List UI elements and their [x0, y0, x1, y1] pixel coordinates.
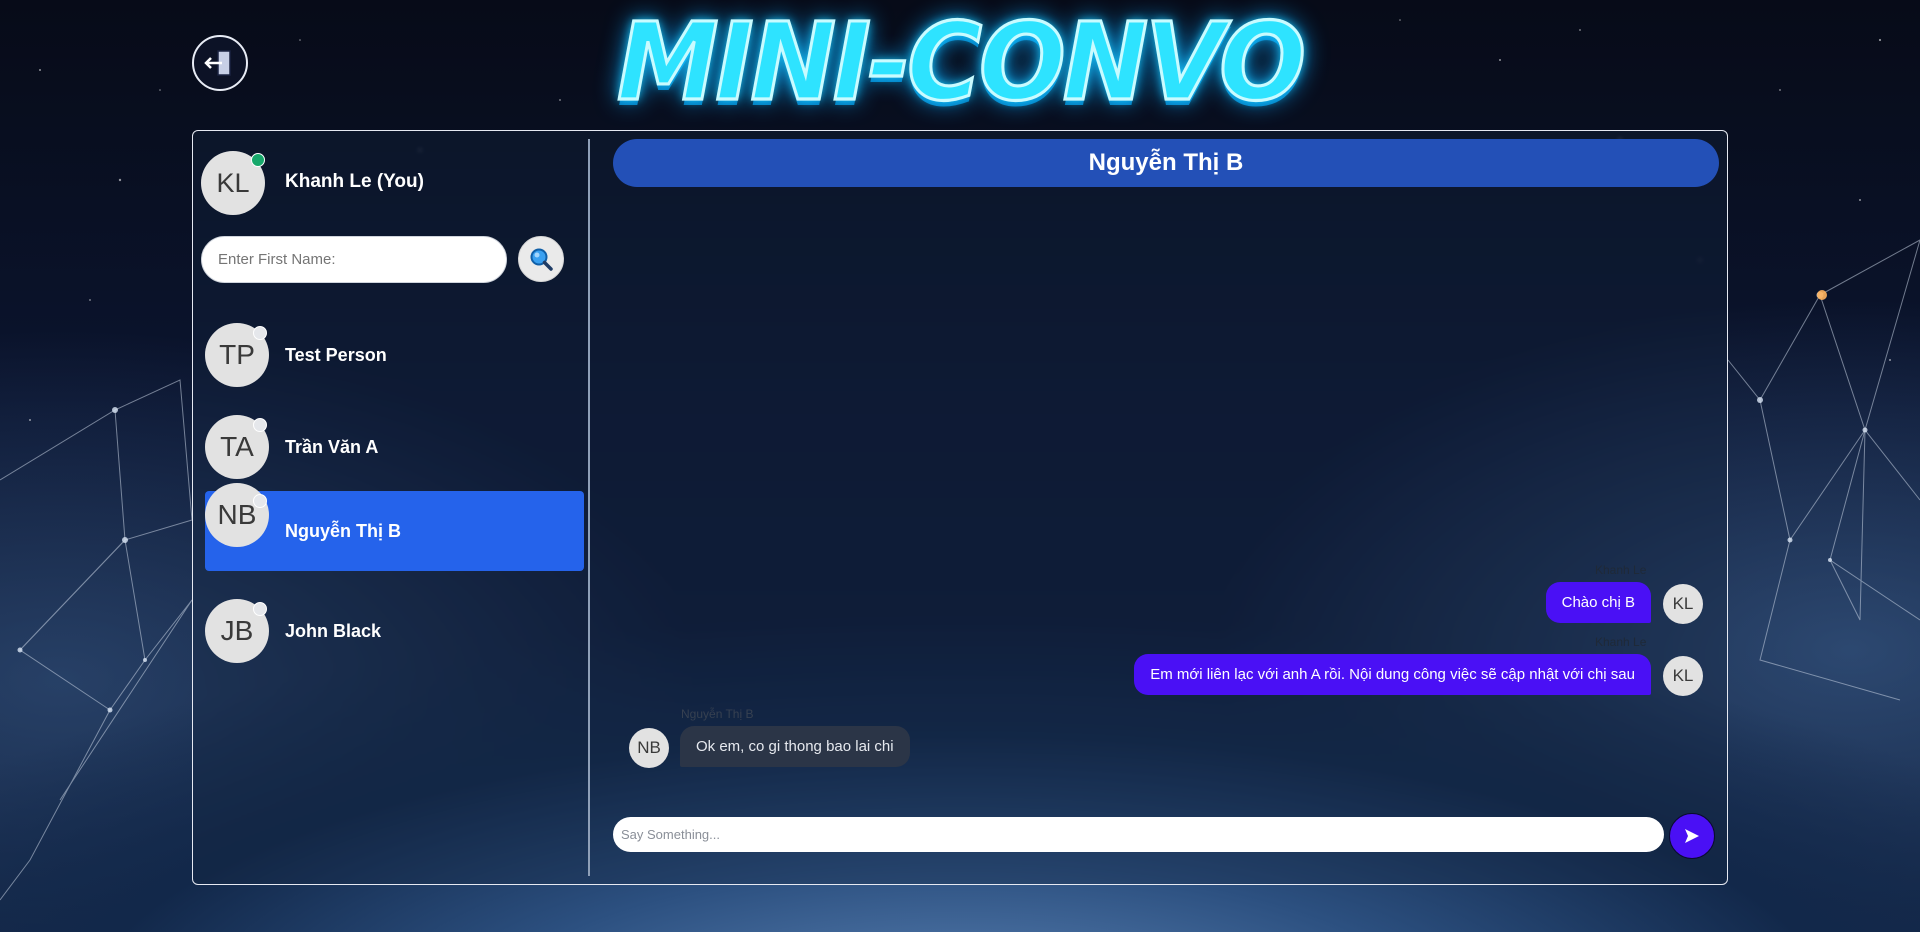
- contact-avatar: NB: [205, 483, 269, 547]
- message-avatar: KL: [1663, 656, 1703, 696]
- status-dot: [253, 326, 267, 340]
- contact-name: Nguyễn Thị B: [285, 521, 401, 541]
- message-sender: Khanh Le: [1595, 563, 1647, 577]
- logout-button[interactable]: [192, 35, 248, 91]
- contact-item-john-black[interactable]: JB John Black: [205, 591, 584, 671]
- message-sender: Khanh Le: [1595, 635, 1647, 649]
- status-dot: [253, 602, 267, 616]
- message-bubble-incoming: Ok em, co gi thong bao lai chi: [680, 726, 910, 767]
- send-arrow-icon: [1685, 829, 1699, 843]
- chat-app-panel: KL Khanh Le (You) TP Test Person TA Trần…: [192, 130, 1728, 885]
- status-dot: [253, 418, 267, 432]
- online-status-dot: [251, 153, 265, 167]
- message-bubble-outgoing: Em mới liên lạc với anh A rồi. Nội dung …: [1134, 654, 1651, 695]
- message-avatar: NB: [629, 728, 669, 768]
- current-user-card: KL Khanh Le (You): [201, 151, 581, 215]
- message-bubble-outgoing: Chào chị B: [1545, 582, 1651, 623]
- contact-item-nguyen-thi-b[interactable]: NB Nguyễn Thị B: [205, 483, 584, 571]
- app-logo-title: MINI-CONVO: [616, 0, 1308, 126]
- chat-header-title: Nguyễn Thị B: [613, 139, 1719, 187]
- sidebar-divider: [588, 139, 590, 876]
- status-dot: [253, 494, 267, 508]
- contact-name: Test Person: [285, 345, 387, 365]
- contact-item-test-person[interactable]: TP Test Person: [205, 315, 584, 395]
- current-user-name: Khanh Le (You): [285, 171, 424, 192]
- send-button[interactable]: [1669, 813, 1715, 859]
- search-icon: [530, 248, 553, 271]
- contact-item-tran-van-a[interactable]: TA Trần Văn A: [205, 407, 584, 487]
- search-input[interactable]: [201, 236, 507, 283]
- logout-icon: [204, 50, 231, 76]
- contact-name: Trần Văn A: [285, 437, 379, 457]
- contacts-sidebar: KL Khanh Le (You) TP Test Person TA Trần…: [193, 131, 588, 884]
- message-sender: Nguyễn Thị B: [681, 707, 754, 721]
- message-avatar: KL: [1663, 584, 1703, 624]
- message-input[interactable]: [613, 817, 1664, 852]
- contact-name: John Black: [285, 621, 382, 641]
- search-button[interactable]: [518, 236, 564, 282]
